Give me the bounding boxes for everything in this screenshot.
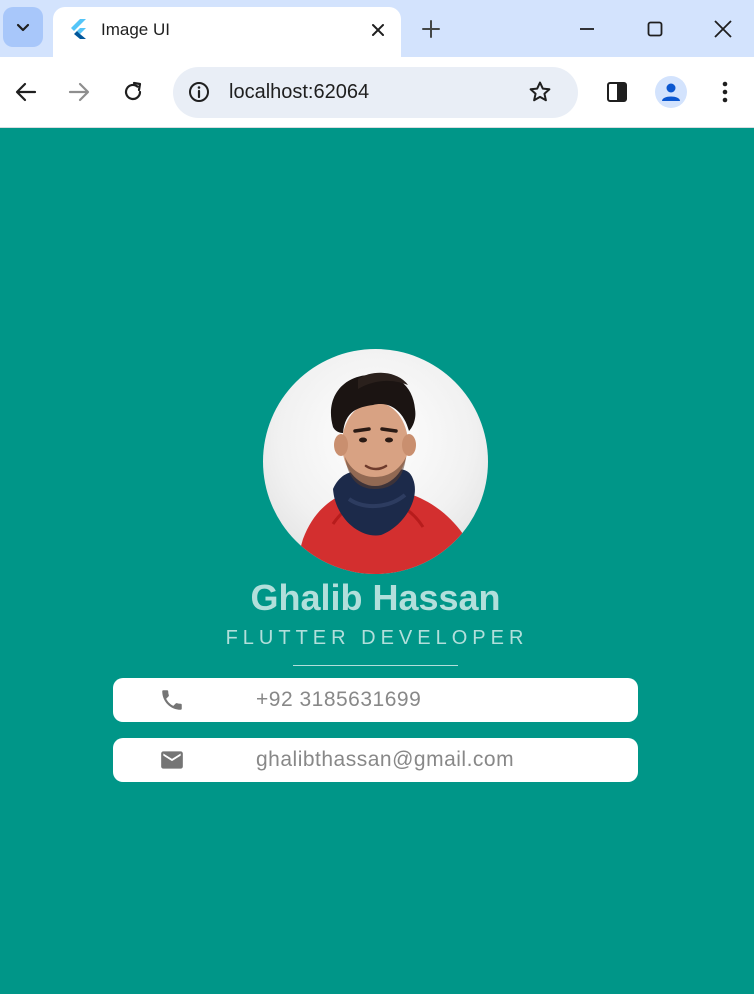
divider [293, 665, 458, 666]
info-icon [189, 82, 209, 102]
page-content: Ghalib Hassan FLUTTER DEVELOPER +92 3185… [0, 129, 754, 994]
mail-icon [159, 747, 185, 773]
phone-number: +92 3185631699 [256, 688, 422, 711]
arrow-right-icon [68, 82, 90, 102]
star-icon [529, 81, 551, 102]
site-info-button[interactable] [185, 78, 213, 106]
person-icon [662, 83, 680, 101]
profile-button[interactable] [655, 76, 687, 108]
bookmark-button[interactable] [525, 77, 555, 107]
maximize-button[interactable] [638, 12, 672, 46]
profile-name: Ghalib Hassan [250, 577, 501, 618]
plus-icon [422, 20, 440, 38]
forward-button[interactable] [62, 75, 96, 109]
window-close-button[interactable] [706, 12, 740, 46]
chevron-down-icon [16, 23, 30, 32]
maximize-icon [647, 21, 663, 37]
profile-title: FLUTTER DEVELOPER [225, 627, 529, 649]
browser-titlebar: Image UI [0, 0, 754, 57]
tab-close-button[interactable] [365, 17, 391, 43]
address-bar[interactable]: localhost:62064 [173, 67, 578, 118]
email-card[interactable]: ghalibthassan@gmail.com [113, 738, 638, 782]
reload-button[interactable] [116, 75, 150, 109]
menu-button[interactable] [708, 75, 742, 109]
tab-search-button[interactable] [3, 7, 43, 47]
new-tab-button[interactable] [416, 14, 446, 44]
reload-icon [124, 81, 142, 101]
close-icon [714, 20, 732, 38]
address-url[interactable]: localhost:62064 [229, 81, 369, 104]
tab-title: Image UI [101, 20, 170, 39]
avatar [263, 349, 488, 574]
arrow-left-icon [15, 82, 37, 102]
minimize-icon [580, 28, 594, 30]
browser-tab[interactable]: Image UI [53, 7, 401, 57]
flutter-logo-icon [71, 19, 86, 39]
side-panel-button[interactable] [600, 75, 634, 109]
more-vert-icon [722, 81, 728, 103]
phone-icon [159, 687, 185, 713]
close-icon [372, 24, 384, 36]
email-address: ghalibthassan@gmail.com [256, 748, 515, 771]
browser-toolbar: localhost:62064 [0, 57, 754, 128]
minimize-button[interactable] [570, 12, 604, 46]
phone-card[interactable]: +92 3185631699 [113, 678, 638, 722]
back-button[interactable] [9, 75, 43, 109]
profile-photo [293, 372, 473, 574]
side-panel-icon [607, 82, 627, 102]
